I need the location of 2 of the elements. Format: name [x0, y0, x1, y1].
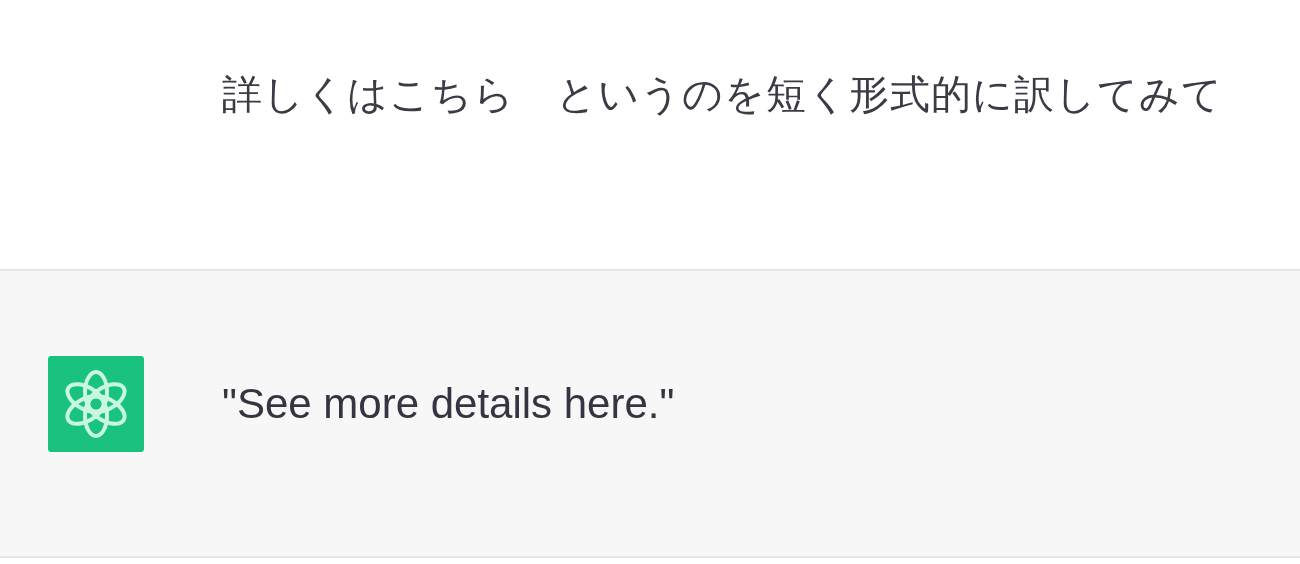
message-text: "See more details here." — [222, 379, 675, 428]
message-text: 詳しくはこちら というのを短く形式的に訳してみて — [222, 70, 1223, 119]
